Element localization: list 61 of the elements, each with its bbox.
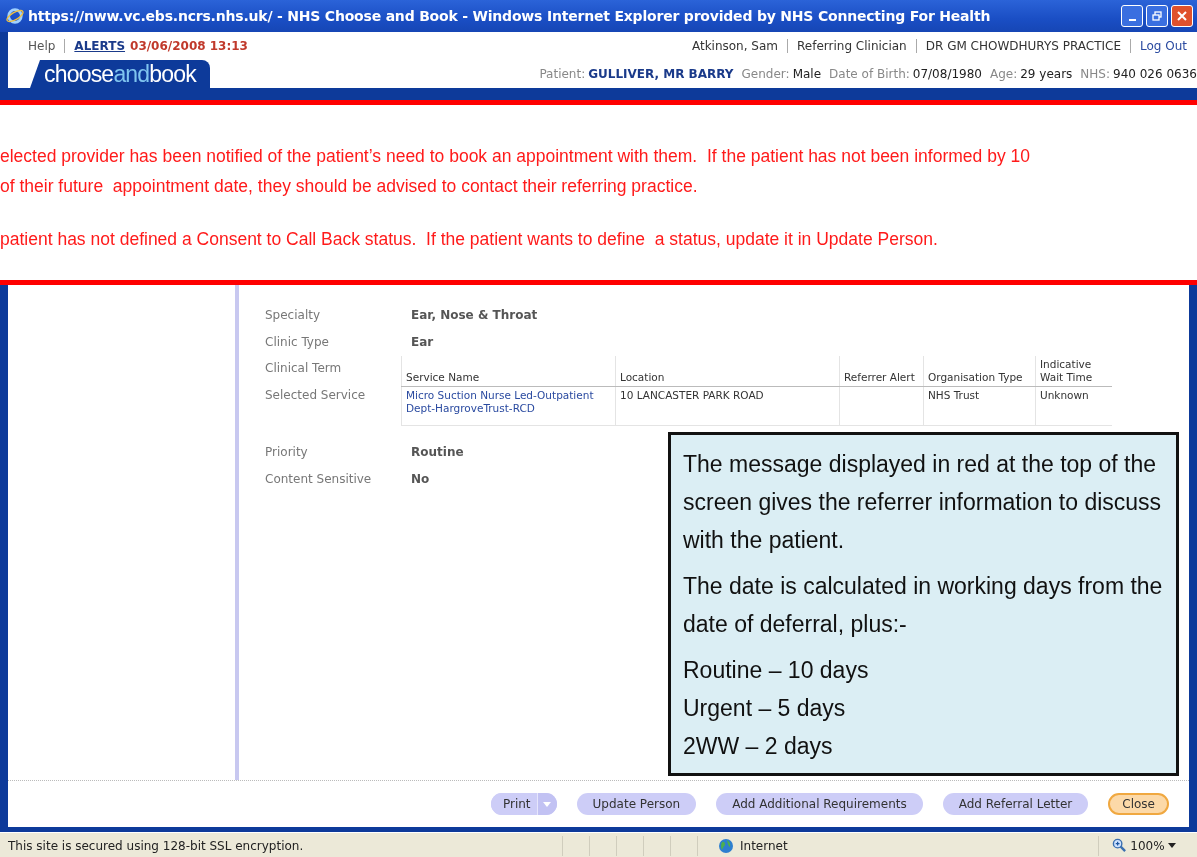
column-header: Referrer Alert (839, 356, 924, 387)
column-header: Organisation Type (923, 356, 1036, 387)
callout-line: Urgent – 5 days (683, 694, 847, 723)
patient-value: 07/08/1980 (912, 67, 982, 81)
callout-line: Routine – 10 days (683, 656, 870, 685)
browser-logo-icon (6, 7, 24, 25)
window-title: https://nww.vc.ebs.ncrs.nhs.uk/ - NHS Choose and Book - Windows Internet Explorer provided by NHS Connecting For Health (28, 8, 992, 24)
column-header: Service Name (401, 356, 616, 387)
patient-label: Age: (989, 67, 1018, 81)
minimize-icon (1128, 19, 1136, 21)
callout-line: 2WW – 2 days (683, 732, 834, 761)
callout-text: The date is calculated in working days from the date of deferral, plus:- (683, 572, 1164, 639)
field-label: Content Sensitive (265, 471, 373, 486)
user-role: Referring Clinician (797, 39, 907, 53)
warning-message: patient has not defined a Consent to Call Back status. If the patient wants to define a status, update it in Update Person. (0, 228, 939, 251)
logo: chooseandbook (30, 60, 211, 88)
table-cell: 10 LANCASTER PARK ROAD (620, 389, 764, 401)
field-label: Priority (265, 444, 309, 459)
help-link[interactable]: Help (28, 39, 56, 53)
field-value: Ear (411, 334, 434, 349)
field-label: Clinic Type (265, 334, 330, 349)
patient-label: Date of Birth: (829, 67, 910, 81)
status-message: This site is secured using 128-bit SSL encryption. (8, 838, 305, 853)
practice-name: DR GM CHOWDHURYS PRACTICE (925, 39, 1121, 53)
field-value: Ear, Nose & Throat (411, 307, 538, 322)
action-button[interactable]: Add Additional Requirements (716, 793, 923, 815)
caret-icon[interactable] (1167, 843, 1176, 848)
table-cell: NHS Trust (928, 389, 980, 401)
field-value: Routine (411, 444, 464, 459)
close-button[interactable] (1171, 5, 1193, 27)
zone-label: Internet (740, 838, 788, 853)
patient-value: GULLIVER, MR BARRY (588, 67, 734, 81)
warning-message: elected provider has been notified of the patient’s need to book an appointment with them. If the patient has not been informed by 10 of their future appointment date, they should be advised to contact their referring practice. (0, 145, 1031, 198)
zoom-level[interactable]: 100% (1130, 838, 1165, 853)
patient-value: 940 026 0636 (1113, 67, 1197, 81)
field-value: No (411, 471, 430, 486)
alerts-link[interactable]: ALERTS (74, 39, 126, 53)
globe-icon (718, 837, 734, 854)
action-button[interactable]: Add Referral Letter (942, 793, 1089, 815)
column-header: Location (615, 356, 840, 387)
alert-time: 03/06/2008 13:13 (130, 39, 248, 53)
service-link[interactable]: Micro Suction Nurse Led-Outpatient Dept-HargroveTrust-RCD (406, 389, 611, 415)
logout-link[interactable]: Log Out (1140, 39, 1187, 53)
callout-text: The message displayed in red at the top of the screen gives the referrer information to discuss with the patient. (683, 450, 1163, 555)
patient-value: Male (792, 67, 822, 81)
user-name: Atkinson, Sam (691, 39, 779, 53)
caret-icon (543, 801, 552, 807)
field-label: Specialty (265, 307, 322, 322)
minimize-button[interactable] (1121, 5, 1143, 27)
patient-label: NHS: (1080, 67, 1110, 81)
column-header: Indicative Wait Time (1035, 356, 1112, 387)
table-cell: Unknown (1040, 389, 1089, 401)
patient-label: Patient: (539, 67, 586, 81)
restore-button[interactable] (1146, 5, 1168, 27)
close-icon (1177, 11, 1187, 21)
action-button[interactable]: Update Person (576, 793, 697, 815)
patient-value: 29 years (1020, 67, 1073, 81)
patient-label: Gender: (741, 67, 790, 81)
zoom-icon (1112, 838, 1128, 853)
restore-icon (1152, 11, 1162, 21)
close-page-button[interactable]: Close (1108, 793, 1169, 815)
